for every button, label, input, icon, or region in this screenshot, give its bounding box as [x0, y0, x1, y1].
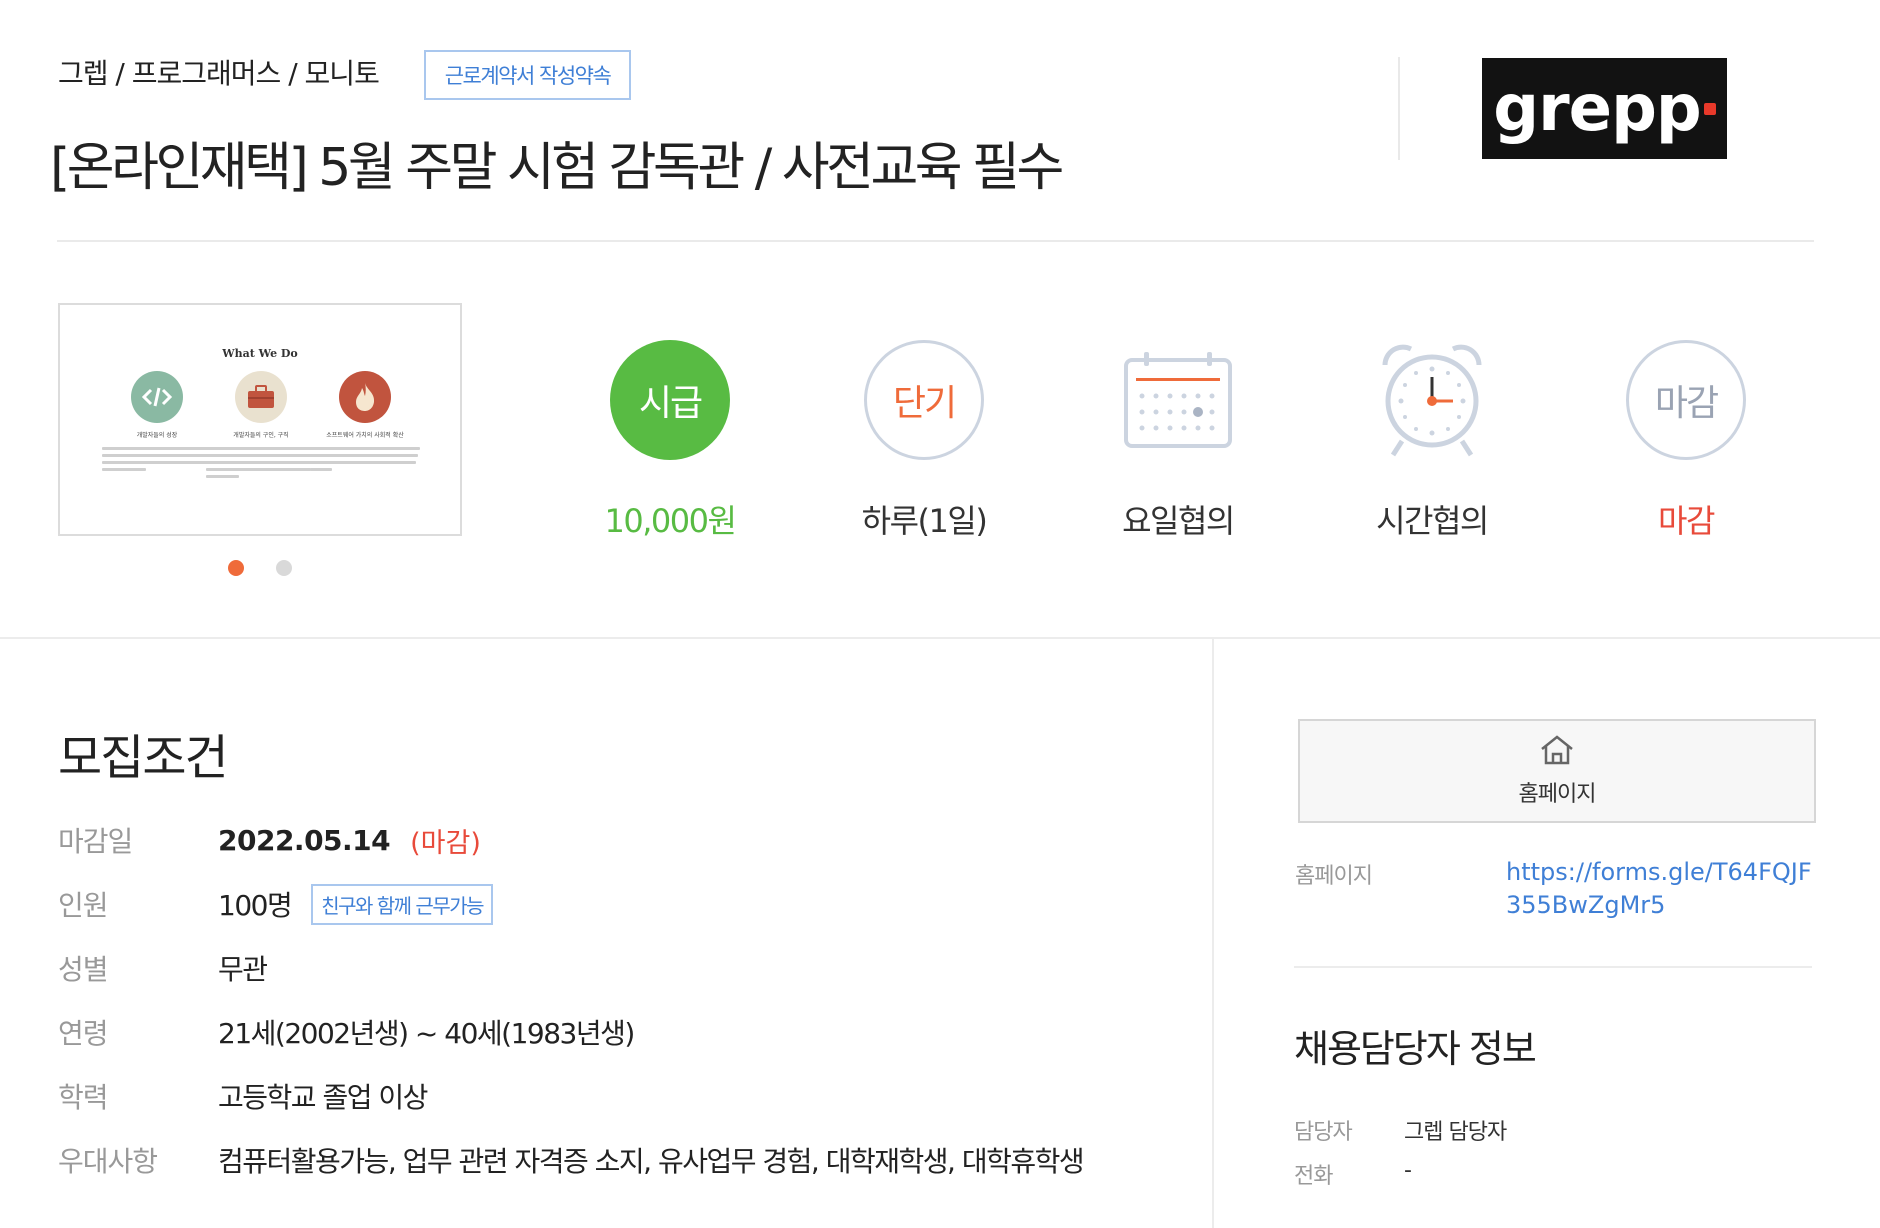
column-divider: [1212, 639, 1214, 1228]
requirement-row-gender: 성별 무관: [58, 948, 1178, 988]
contract-badge: 근로계약서 작성약속: [424, 50, 631, 100]
thumbnail-item: 소프트웨어 가치의 사회적 확산: [310, 371, 420, 475]
logo-text: grepp: [1493, 71, 1701, 146]
friend-badge: 친구와 함께 근무가능: [311, 883, 494, 925]
carousel-dot[interactable]: [276, 560, 292, 576]
headcount-label: 인원: [58, 889, 109, 922]
deadline-value: 2022.05.14: [218, 823, 391, 857]
section-divider: [0, 637, 1880, 639]
gender-value: 무관: [218, 953, 268, 986]
homepage-button-label: 홈페이지: [1518, 782, 1597, 807]
requirement-row-headcount: 인원 100명 친구와 함께 근무가능: [58, 883, 1178, 925]
sidebar-divider: [1294, 966, 1812, 968]
headcount-value: 100명: [218, 889, 293, 922]
company-image-carousel[interactable]: What We Do 개발자들의 성장 개발자들의 구인, 구직 소프트웨어 가…: [58, 303, 462, 536]
thumbnail-item: 개발자들의 구인, 구직: [206, 371, 316, 482]
homepage-link[interactable]: https://forms.gle/T64FQJF355BwZgMr5: [1506, 856, 1816, 922]
days-label: 요일협의: [1122, 502, 1235, 540]
header-divider: [1398, 57, 1400, 160]
briefcase-icon: [235, 371, 287, 423]
job-header: 그렙 / 프로그래머스 / 모니토 근로계약서 작성약속 [온라인재택] 5월 …: [0, 0, 1880, 240]
condition-days: 요일협의: [1058, 340, 1298, 542]
education-label: 학력: [58, 1081, 109, 1114]
carousel-dot-active[interactable]: [228, 560, 244, 576]
age-value: 21세(2002년생) ~ 40세(1983년생): [218, 1017, 635, 1050]
education-value: 고등학교 졸업 이상: [218, 1081, 428, 1114]
calendar-icon: [1118, 340, 1238, 460]
logo-dot: [1703, 102, 1716, 115]
manager-value: 그렙 담당자: [1404, 1120, 1507, 1145]
header-divider-line: [57, 240, 1814, 242]
closed-status-label: 마감: [1658, 502, 1715, 540]
thumbnail-caption: 소프트웨어 가치의 사회적 확산: [326, 432, 404, 439]
phone-label: 전화: [1294, 1164, 1333, 1189]
thumbnail-title: What We Do: [222, 347, 298, 360]
flame-icon: [339, 371, 391, 423]
condition-hours: 시간협의: [1312, 340, 1552, 542]
manager-label: 담당자: [1294, 1120, 1353, 1145]
job-title: [온라인재택] 5월 주말 시험 감독관 / 사전교육 필수: [50, 138, 1064, 198]
contact-row-phone: 전화 -: [1294, 1158, 1412, 1190]
age-label: 연령: [58, 1017, 109, 1050]
gender-label: 성별: [58, 953, 109, 986]
requirement-row-education: 학력 고등학교 졸업 이상: [58, 1076, 1178, 1116]
phone-value: -: [1404, 1158, 1412, 1183]
hours-label: 시간협의: [1376, 502, 1489, 540]
closed-status-badge: 마감: [1626, 340, 1746, 460]
thumbnail-caption: 개발자들의 성장: [136, 432, 178, 439]
preferred-label: 우대사항: [58, 1145, 158, 1178]
requirement-row-age: 연령 21세(2002년생) ~ 40세(1983년생): [58, 1012, 1178, 1052]
thumbnail-caption: 개발자들의 구인, 구직: [233, 432, 289, 439]
condition-wage: 시급 10,000원: [550, 340, 790, 542]
alarm-clock-icon: [1372, 340, 1492, 460]
thumbnail-text-block: [310, 447, 420, 471]
homepage-label: 홈페이지: [1295, 864, 1373, 889]
condition-status: 마감 마감: [1566, 340, 1806, 542]
home-icon: [1539, 734, 1575, 770]
requirement-row-preferred: 우대사항 컴퓨터활용가능, 업무 관련 자격증 소지, 유사업무 경험, 대학재…: [58, 1140, 1178, 1180]
thumbnail-text-block: [206, 447, 316, 478]
homepage-button[interactable]: 홈페이지: [1298, 719, 1816, 823]
condition-period: 단기 하루(1일): [804, 340, 1044, 542]
carousel-pagination: [228, 560, 292, 576]
breadcrumb[interactable]: 그렙 / 프로그래머스 / 모니토: [58, 52, 380, 92]
requirement-row-deadline: 마감일 2022.05.14 (마감): [58, 820, 1178, 860]
preferred-value: 컴퓨터활용가능, 업무 관련 자격증 소지, 유사업무 경험, 대학재학생, 대…: [218, 1145, 1085, 1178]
code-icon: [131, 371, 183, 423]
company-logo[interactable]: grepp: [1482, 58, 1727, 159]
contact-title: 채용담당자 정보: [1294, 1027, 1537, 1071]
period-type-badge: 단기: [864, 340, 984, 460]
contact-row-manager: 담당자 그렙 담당자: [1294, 1114, 1507, 1146]
period-label: 하루(1일): [861, 502, 988, 540]
wage-amount: 10,000원: [604, 502, 737, 540]
thumbnail-item: 개발자들의 성장: [102, 371, 212, 475]
deadline-label: 마감일: [58, 825, 133, 858]
deadline-status: (마감): [410, 827, 481, 859]
wage-type-badge: 시급: [610, 340, 730, 460]
requirements-title: 모집조건: [58, 730, 229, 786]
thumbnail-text-block: [102, 447, 212, 471]
